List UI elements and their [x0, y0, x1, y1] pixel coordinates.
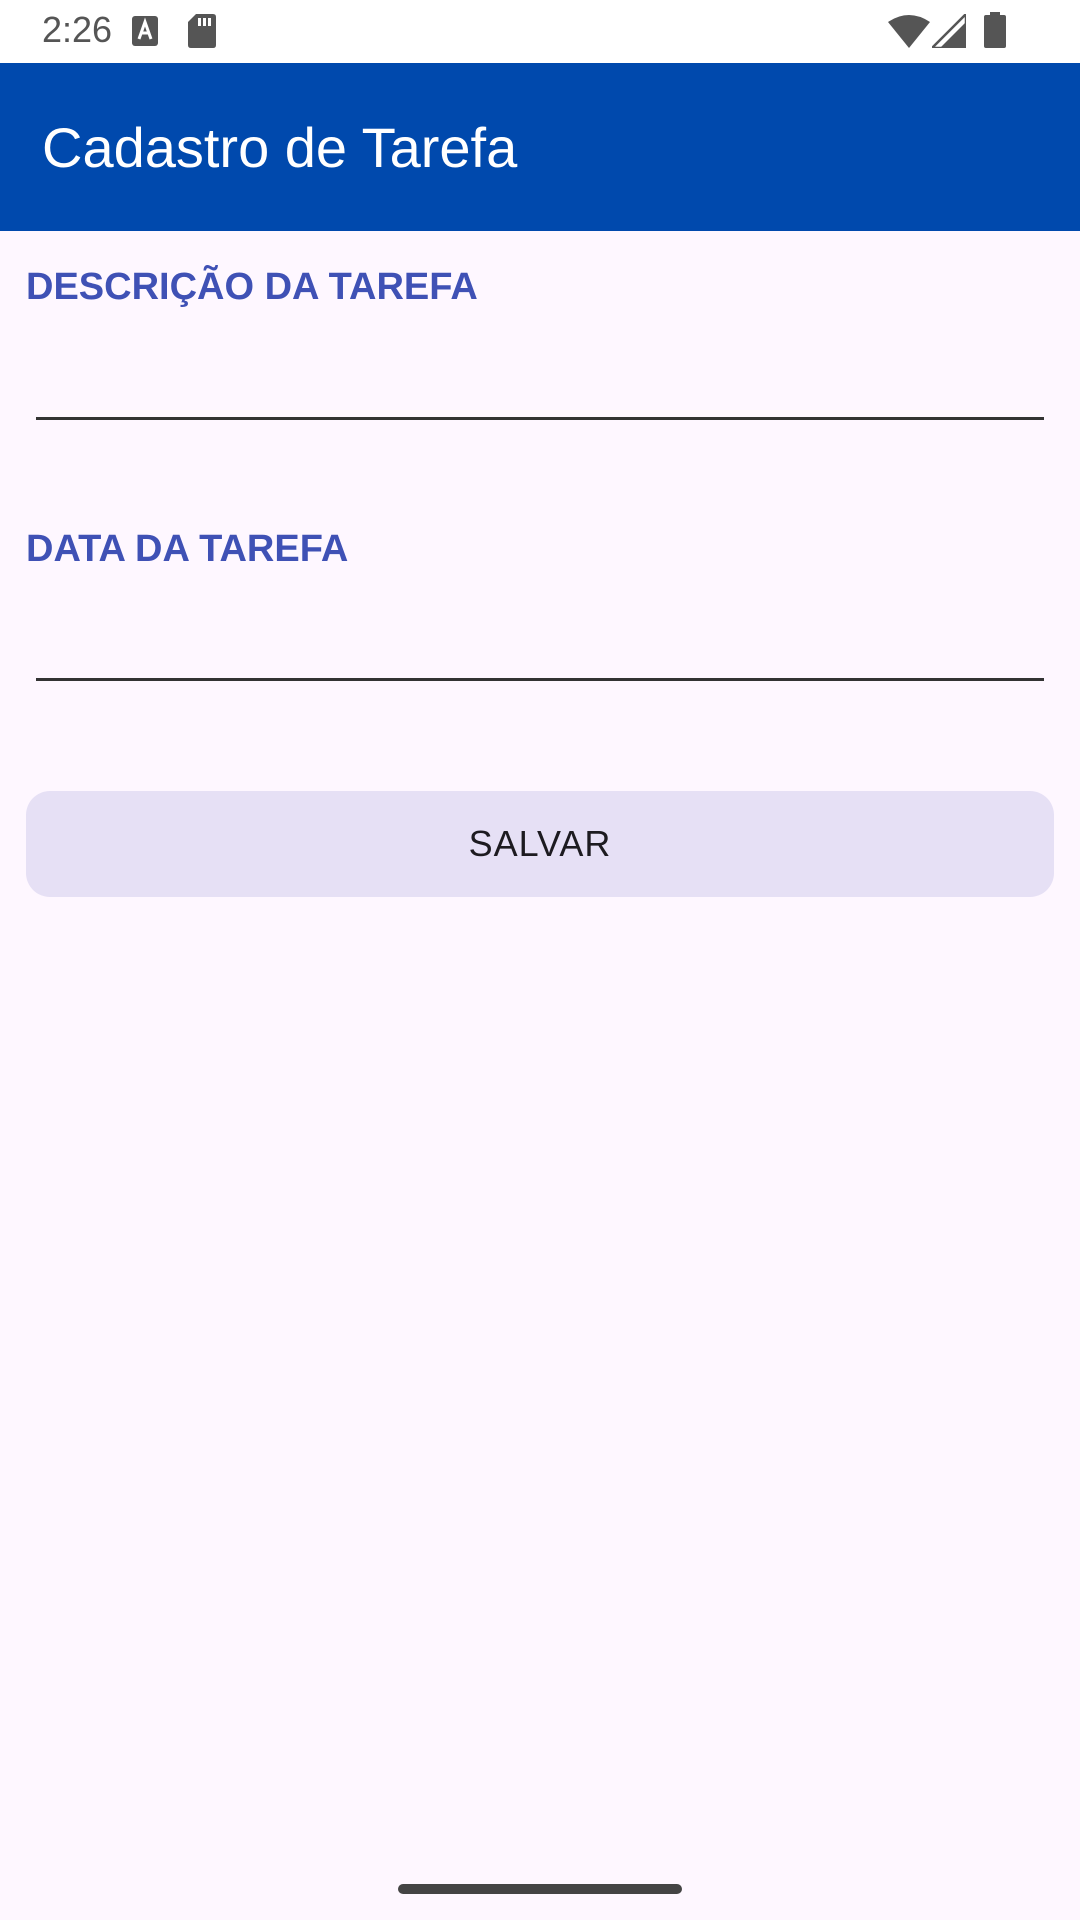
signal-icon: [928, 10, 968, 53]
description-input[interactable]: [36, 346, 1044, 420]
wifi-icon: [888, 14, 930, 53]
sd-card-icon: [188, 14, 216, 53]
app-bar: Cadastro de Tarefa: [0, 63, 1080, 231]
gesture-nav-handle[interactable]: [398, 1884, 682, 1894]
page-title: Cadastro de Tarefa: [42, 116, 518, 179]
description-label: DESCRIÇÃO DA TAREFA: [26, 266, 478, 308]
save-button[interactable]: SALVAR: [26, 791, 1054, 897]
text-a-icon: [132, 16, 158, 51]
date-label: DATA DA TAREFA: [26, 528, 349, 570]
status-time: 2:26: [42, 9, 113, 50]
status-bar: 2:26: [0, 0, 1080, 63]
battery-icon: [984, 12, 1006, 53]
date-input[interactable]: [36, 607, 1044, 681]
